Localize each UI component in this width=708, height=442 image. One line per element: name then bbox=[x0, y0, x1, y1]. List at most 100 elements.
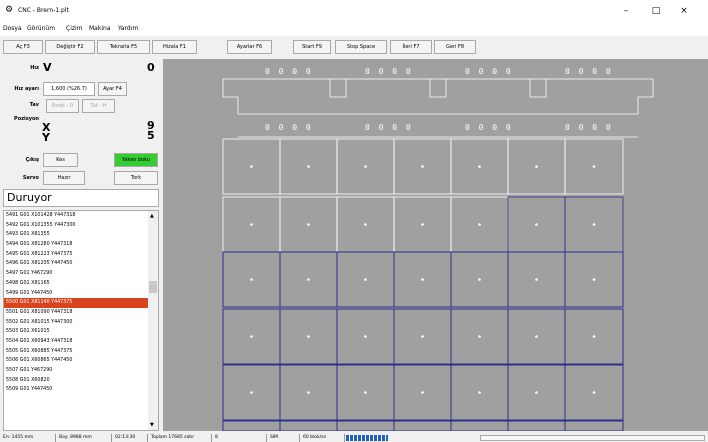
y-label: Y bbox=[42, 131, 50, 144]
cell-center-dot bbox=[592, 335, 596, 338]
cell-center-dot bbox=[364, 165, 367, 168]
speed-setting-field[interactable]: 1,600 (%26.7) bbox=[43, 82, 95, 96]
close-button[interactable]: × bbox=[676, 4, 692, 18]
cell-center-dot bbox=[250, 165, 253, 168]
cell-center-dot bbox=[307, 391, 310, 394]
gcode-line[interactable]: 5492 G01 X101355 Y447300 bbox=[4, 221, 158, 231]
stop-button[interactable]: Stop Space bbox=[335, 40, 387, 54]
scroll-thumb[interactable] bbox=[149, 281, 157, 293]
cutting-layout: 0 0 0 0 0 0 0 0 0 0 0 0 0 0 0 0 0 0 0 0 0 0 0… bbox=[222, 67, 654, 431]
hold-button[interactable]: Tut - H bbox=[82, 99, 115, 113]
gcode-line[interactable]: 5500 G01 X81140 Y447375 bbox=[4, 298, 158, 308]
cell-center-dot bbox=[592, 223, 596, 226]
plate-divider bbox=[529, 79, 547, 98]
plate-mid-digits: 0 0 0 0 bbox=[465, 123, 513, 132]
gcode-list[interactable]: 5491 G01 X101428 Y447318 5492 G01 X101355… bbox=[3, 210, 159, 431]
servo-label: Servo bbox=[22, 175, 39, 181]
cell-center-dot bbox=[364, 223, 367, 226]
cell-center-dot bbox=[592, 278, 596, 281]
cell-center-dot bbox=[250, 391, 253, 394]
maximize-button[interactable]: □ bbox=[648, 4, 664, 18]
grid-cell bbox=[279, 420, 338, 431]
gcode-line[interactable]: 5509 G01 Y447450 bbox=[4, 385, 158, 395]
list-scrollbar[interactable]: ▲ ▼ bbox=[148, 211, 158, 430]
change-button[interactable]: Değiştir F2 bbox=[45, 40, 95, 54]
cell-center-dot bbox=[478, 278, 481, 281]
back-button[interactable]: Geri F8 bbox=[434, 40, 476, 54]
settings-button[interactable]: Ayarlar F6 bbox=[227, 40, 272, 54]
window-title: CNC - Brern-1.plt bbox=[18, 7, 69, 14]
ready-button[interactable]: Hazır bbox=[43, 171, 85, 185]
position-label: Pozisyon bbox=[14, 116, 39, 122]
cut-button[interactable]: Kes bbox=[43, 153, 78, 167]
gcode-line[interactable]: 5506 G01 X60865 Y447450 bbox=[4, 356, 158, 366]
grid-cell bbox=[336, 420, 395, 431]
align-button[interactable]: Hizala F1 bbox=[152, 40, 197, 54]
menu-yardim[interactable]: Yardım bbox=[118, 25, 138, 32]
gcode-line[interactable]: 5502 G01 X81015 Y447300 bbox=[4, 318, 158, 328]
gcode-line[interactable]: 5503 G01 X61015 bbox=[4, 327, 158, 337]
open-button[interactable]: Aç F3 bbox=[3, 40, 43, 54]
grid-cell bbox=[222, 420, 281, 431]
menu-dosya[interactable]: Dosya bbox=[3, 25, 22, 32]
gcode-line[interactable]: 5504 G01 X60943 Y447318 bbox=[4, 337, 158, 347]
gcode-line[interactable]: 5491 G01 X101428 Y447318 bbox=[4, 211, 158, 221]
speed-setting-button[interactable]: Ayar F4 bbox=[98, 82, 127, 96]
grid-cell bbox=[507, 420, 566, 431]
start-button[interactable]: Start F9 bbox=[293, 40, 331, 54]
plate-divider bbox=[329, 79, 347, 98]
torque-button[interactable]: Tork bbox=[114, 171, 158, 185]
speed-value: V bbox=[43, 61, 52, 74]
gcode-line[interactable]: 5496 G01 X81205 Y447450 bbox=[4, 259, 158, 269]
gcode-line[interactable]: 5494 G01 X81280 Y447318 bbox=[4, 240, 158, 250]
release-button[interactable]: Bırak - 0 bbox=[46, 99, 79, 113]
status-total-lines: Toplam 17685 satır bbox=[148, 434, 212, 442]
cell-center-dot bbox=[250, 335, 253, 338]
cell-center-dot bbox=[421, 391, 424, 394]
cell-center-dot bbox=[421, 335, 424, 338]
tav-label: Tav bbox=[29, 102, 39, 108]
cell-center-dot bbox=[307, 278, 310, 281]
cell-center-dot bbox=[364, 278, 367, 281]
cnc-window: ⚙ CNC - Brern-1.plt – □ × Dosya Görünüm … bbox=[0, 0, 708, 442]
gcode-line[interactable]: 5497 G01 Y467290 bbox=[4, 269, 158, 279]
gcode-line[interactable]: 5505 G01 X60885 Y447375 bbox=[4, 347, 158, 357]
burner-button[interactable]: Yakan boku bbox=[114, 153, 158, 167]
speed-label: Hız bbox=[30, 65, 39, 71]
progress-bar bbox=[346, 435, 388, 441]
status-mode: SIM bbox=[267, 434, 300, 442]
scroll-up-icon[interactable]: ▲ bbox=[150, 213, 154, 219]
menu-makina[interactable]: Makina bbox=[89, 25, 110, 32]
menu-gorunum[interactable]: Görünüm bbox=[27, 25, 55, 32]
minimize-button[interactable]: – bbox=[618, 4, 634, 18]
gcode-line[interactable]: 5501 G01 X81090 Y447318 bbox=[4, 308, 158, 318]
cell-center-dot bbox=[307, 165, 310, 168]
grid-cell bbox=[564, 420, 624, 431]
cell-center-dot bbox=[250, 278, 253, 281]
gcode-line[interactable]: 5499 G01 Y447450 bbox=[4, 289, 158, 299]
gcode-line[interactable]: 5495 G01 X81223 Y447375 bbox=[4, 250, 158, 260]
machine-status: Duruyor bbox=[3, 189, 159, 207]
plate-top-digits: 0 0 0 0 bbox=[465, 67, 513, 76]
gcode-line[interactable]: 5493 G01 X81355 bbox=[4, 230, 158, 240]
cell-center-dot bbox=[535, 278, 538, 281]
scroll-down-icon[interactable]: ▼ bbox=[150, 422, 154, 428]
status-count: 8 bbox=[212, 434, 267, 442]
status-time: 02:13:30 bbox=[112, 434, 148, 442]
menu-cizim[interactable]: Çizim bbox=[66, 25, 83, 32]
cell-center-dot bbox=[307, 335, 310, 338]
cell-center-dot bbox=[421, 223, 424, 226]
speed-setting-label: Hız ayarı bbox=[14, 86, 39, 92]
cell-center-dot bbox=[421, 165, 424, 168]
gcode-line[interactable]: 5507 G01 Y467290 bbox=[4, 366, 158, 376]
drawing-canvas[interactable]: 0 0 0 0 0 0 0 0 0 0 0 0 0 0 0 0 0 0 0 0 0 0 0… bbox=[163, 59, 708, 431]
gcode-line[interactable]: 5498 G01 X81165 bbox=[4, 279, 158, 289]
cell-center-dot bbox=[478, 335, 481, 338]
repeat-button[interactable]: Tekrarla F5 bbox=[97, 40, 150, 54]
toolbar: Aç F3 Değiştir F2 Tekrarla F5 Hizala F1 … bbox=[0, 37, 708, 57]
cell-center-dot bbox=[535, 335, 538, 338]
forward-button[interactable]: İleri F7 bbox=[390, 40, 432, 54]
app-gear-icon: ⚙ bbox=[5, 5, 14, 15]
gcode-line[interactable]: 5508 G01 X60820 bbox=[4, 376, 158, 386]
cell-center-dot bbox=[364, 391, 367, 394]
